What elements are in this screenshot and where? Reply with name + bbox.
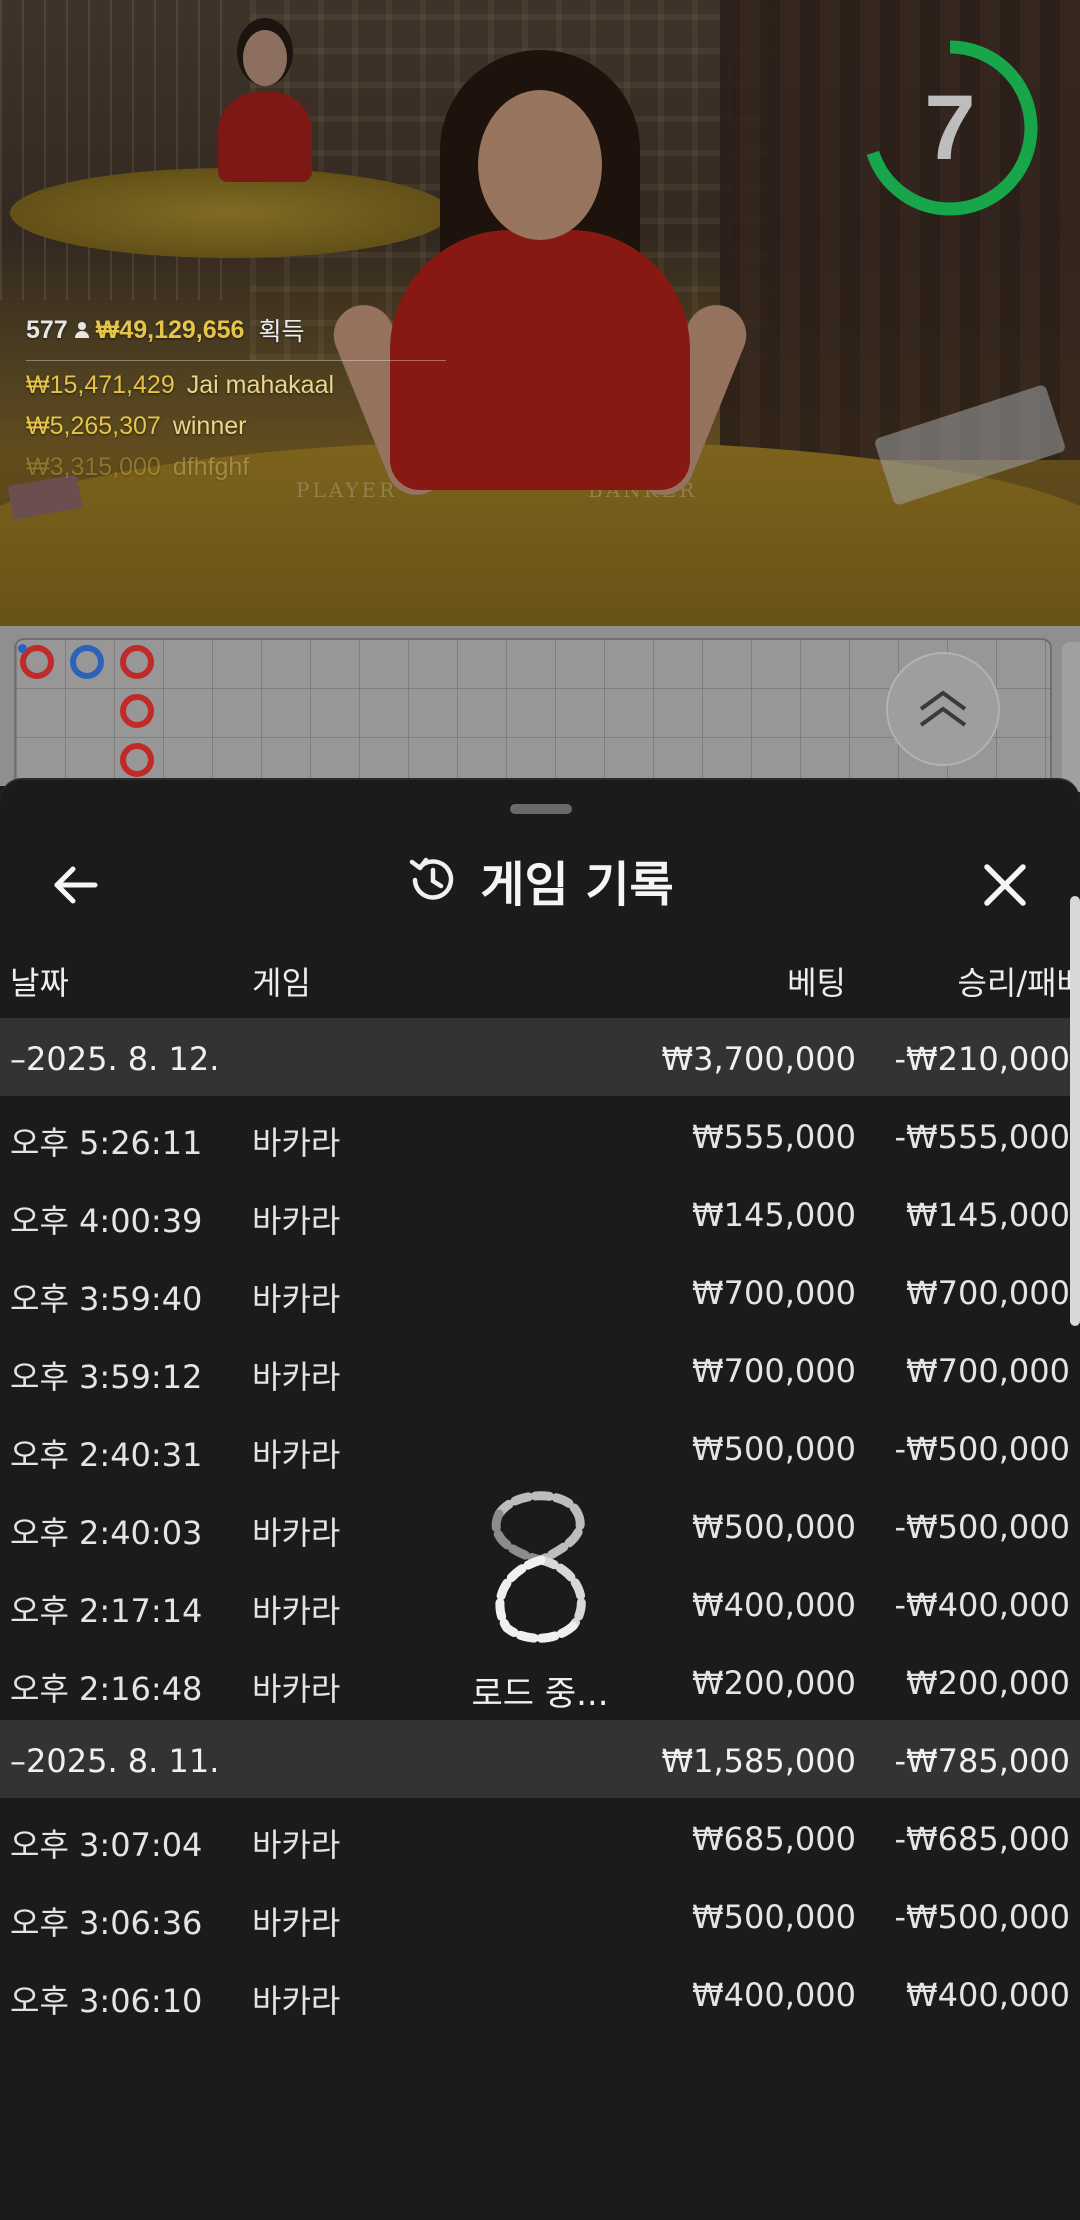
row-result: ₩400,000 [906, 1976, 1070, 2014]
column-header-bet[interactable]: 베팅 [787, 958, 846, 1004]
row-game: 바카라 [252, 1202, 341, 1240]
row-time: 오후 3:06:10 [10, 1982, 203, 2020]
bead-pair-dot [18, 644, 27, 653]
history-row[interactable]: 오후 3:07:04 바카라 ₩685,000 -₩685,000 [0, 1798, 1080, 1876]
row-time: 오후 4:00:39 [10, 1202, 203, 1240]
bead-player [70, 645, 104, 679]
player-count: 577 [26, 315, 68, 344]
row-game: 바카라 [252, 1592, 341, 1630]
expand-roadmap-button[interactable] [886, 652, 1000, 766]
row-result: ₩145,000 [906, 1196, 1070, 1234]
row-result: ₩700,000 [906, 1352, 1070, 1390]
person-icon [74, 322, 90, 338]
row-time: 오후 3:59:12 [10, 1358, 203, 1396]
countdown-number: 7 [924, 76, 976, 179]
row-time: 오후 3:06:36 [10, 1904, 203, 1942]
bead-banker [120, 645, 154, 679]
row-game: 바카라 [252, 1982, 341, 2020]
row-time: 오후 2:40:03 [10, 1514, 203, 1552]
row-game: 바카라 [252, 1124, 341, 1162]
back-button[interactable] [40, 850, 110, 920]
history-row[interactable]: 오후 3:59:40 바카라 ₩700,000 ₩700,000 [0, 1252, 1080, 1330]
row-result: -₩555,000 [894, 1118, 1070, 1156]
history-row[interactable]: 오후 3:06:36 바카라 ₩500,000 -₩500,000 [0, 1876, 1080, 1954]
row-bet: ₩500,000 [692, 1430, 856, 1468]
row-game: 바카라 [252, 1826, 341, 1864]
row-time: 오후 3:07:04 [10, 1826, 203, 1864]
bead-banker [120, 694, 154, 728]
row-time: 오후 3:59:40 [10, 1280, 203, 1318]
column-header-result[interactable]: 승리/패배 [957, 958, 1080, 1004]
row-bet: ₩145,000 [692, 1196, 856, 1234]
live-video: PLAYER BANKER 577 ₩49,129,656 획득 ₩15,471… [0, 0, 1080, 626]
history-row[interactable]: 오후 3:59:12 바카라 ₩700,000 ₩700,000 [0, 1330, 1080, 1408]
sheet-title: 게임 기록 [480, 857, 674, 913]
row-time: 오후 5:26:11 [10, 1124, 203, 1162]
sheet-drag-handle[interactable] [510, 804, 572, 814]
history-icon [410, 857, 454, 900]
date-group-row[interactable]: –2025. 8. 12. ₩3,700,000 -₩210,000 [0, 1018, 1080, 1096]
row-time: 오후 2:17:14 [10, 1592, 203, 1630]
close-button[interactable] [970, 850, 1040, 920]
double-chevron-up-icon [919, 690, 967, 727]
column-header-game[interactable]: 게임 [252, 958, 311, 1004]
row-game: 바카라 [252, 1358, 341, 1396]
history-row[interactable]: 오후 5:26:11 바카라 ₩555,000 -₩555,000 [0, 1096, 1080, 1174]
row-bet: ₩200,000 [692, 1664, 856, 1702]
row-bet: ₩500,000 [692, 1508, 856, 1546]
row-time: 오후 2:16:48 [10, 1670, 203, 1708]
row-game: 바카라 [252, 1514, 341, 1552]
winners-total-amount: ₩49,129,656 [95, 315, 245, 344]
loading-indicator: 로드 중... [420, 1488, 660, 1728]
row-result: ₩700,000 [906, 1274, 1070, 1312]
winners-total: 577 ₩49,129,656 획득 [26, 312, 456, 348]
date-group-bet-total: ₩1,585,000 [661, 1742, 857, 1780]
column-header-date[interactable]: 날짜 [10, 958, 69, 1004]
row-game: 바카라 [252, 1280, 341, 1318]
winners-panel: 577 ₩49,129,656 획득 ₩15,471,429 Jai mahaka… [26, 312, 456, 494]
row-bet: ₩400,000 [692, 1976, 856, 2014]
winner-item: ₩15,471,429 Jai mahakaal [26, 371, 335, 399]
row-result: -₩500,000 [894, 1430, 1070, 1468]
winner-item: ₩3,315,000 dfhfghf [26, 453, 250, 481]
date-group-result-total: -₩210,000 [894, 1040, 1070, 1078]
winners-total-suffix: 획득 [258, 318, 305, 346]
history-row[interactable]: 오후 4:00:39 바카라 ₩145,000 ₩145,000 [0, 1174, 1080, 1252]
row-game: 바카라 [252, 1670, 341, 1708]
bead-banker [120, 743, 154, 777]
countdown-timer: 7 [860, 38, 1046, 224]
row-bet: ₩700,000 [692, 1352, 856, 1390]
loading-spinner-icon [491, 1491, 586, 1643]
row-time: 오후 2:40:31 [10, 1436, 203, 1474]
row-bet: ₩685,000 [692, 1820, 856, 1858]
row-result: -₩685,000 [894, 1820, 1070, 1858]
history-row[interactable]: 오후 3:06:10 바카라 ₩400,000 ₩400,000 [0, 1954, 1080, 2032]
divider [26, 360, 446, 361]
date-group-bet-total: ₩3,700,000 [661, 1040, 857, 1078]
row-result: -₩500,000 [894, 1898, 1070, 1936]
row-result: ₩200,000 [906, 1664, 1070, 1702]
row-bet: ₩700,000 [692, 1274, 856, 1312]
row-bet: ₩400,000 [692, 1586, 856, 1624]
arrow-left-icon [54, 866, 98, 904]
close-icon [984, 864, 1026, 906]
row-game: 바카라 [252, 1904, 341, 1942]
row-result: -₩500,000 [894, 1508, 1070, 1546]
winner-item: ₩5,265,307 winner [26, 412, 247, 440]
row-bet: ₩500,000 [692, 1898, 856, 1936]
date-group-label: –2025. 8. 12. [10, 1040, 220, 1078]
loading-label: 로드 중... [471, 1674, 609, 1714]
app-root: PLAYER BANKER 577 ₩49,129,656 획득 ₩15,471… [0, 0, 1080, 2220]
row-game: 바카라 [252, 1436, 341, 1474]
row-bet: ₩555,000 [692, 1118, 856, 1156]
sheet-header: 게임 기록 [0, 820, 1080, 940]
history-table-header: 날짜 게임 베팅 승리/패배 [0, 940, 1080, 1010]
scrollbar[interactable] [1070, 896, 1080, 1326]
row-result: -₩400,000 [894, 1586, 1070, 1624]
history-row[interactable]: 오후 2:40:31 바카라 ₩500,000 -₩500,000 [0, 1408, 1080, 1486]
date-group-result-total: -₩785,000 [894, 1742, 1070, 1780]
date-group-label: –2025. 8. 11. [10, 1742, 220, 1780]
date-group-row[interactable]: –2025. 8. 11. ₩1,585,000 -₩785,000 [0, 1720, 1080, 1798]
